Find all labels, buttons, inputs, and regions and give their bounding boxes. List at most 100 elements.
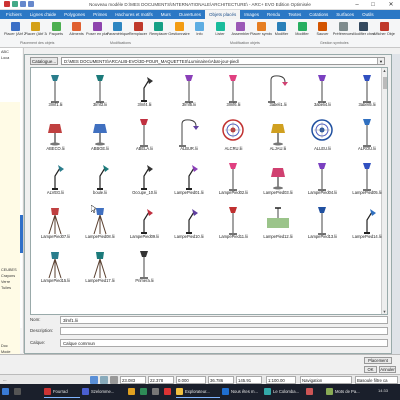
catalog-item[interactable]: LampePied05.lii [345,158,388,201]
taskbar-app[interactable]: Le Colomba... [264,386,304,398]
catalog-item[interactable]: ABELA.lii [122,114,167,157]
taskbar-app-arc[interactable]: Fourrad [44,386,80,398]
catalog-item[interactable]: Primera.lii [122,246,167,289]
ok-button[interactable]: OK [364,366,377,373]
app-icon[interactable] [4,1,10,7]
taskbar-app[interactable] [140,386,150,398]
catalog-item[interactable]: LampePied08.lii [78,202,123,245]
catalog-item[interactable]: ALLEU.lii [300,114,345,157]
taskbar-app[interactable]: Mots de Pa... [326,386,366,398]
ribbon-button[interactable]: Lister [209,22,231,36]
catalog-item[interactable]: LampePied14.lii [345,202,388,245]
redo-icon[interactable] [28,1,34,7]
close-button[interactable]: ✕ [384,1,398,9]
taskbar-app[interactable] [164,386,174,398]
ribbon-button[interactable]: Modifier chemins [353,22,375,36]
tab-item[interactable]: Surfaces [332,10,358,19]
chevron-down-icon[interactable]: ▼ [377,58,384,64]
search-icon[interactable] [14,386,42,398]
catalog-item[interactable]: LampePied04.lii [300,158,345,201]
catalog-item[interactable]: Occupe_10.lii [122,158,167,201]
scroll-down-icon[interactable]: ▼ [382,309,387,314]
tab-item[interactable]: Objets placés [204,10,241,19]
tab-item[interactable]: Ouvertures [175,10,205,19]
catalog-item[interactable]: boule.lii [78,158,123,201]
undo-icon[interactable] [20,1,26,7]
tab-item[interactable]: Images [240,10,263,19]
cancel-button[interactable]: Annuler [379,366,396,373]
catalog-item[interactable]: 3abeli4.lii [300,70,345,113]
tab-item[interactable]: Lignes d'aide [26,10,60,19]
tab-item[interactable]: Rendu [263,10,284,19]
tab-item[interactable]: Polygones [60,10,89,19]
ribbon-button[interactable]: Paramétriques [107,22,129,36]
catalog-item[interactable]: LampePied11.lii [211,202,256,245]
catalog-item[interactable]: 3abeli5.lii [345,70,388,113]
catalog-item[interactable]: ALROU.lii [345,114,388,157]
catalog-item[interactable]: ALVEG.lii [33,158,78,201]
ribbon-button[interactable]: Placer symbole [250,22,272,36]
catalog-item[interactable]: ALJAU.lii [256,114,301,157]
ribbon-button[interactable]: Remplacer [148,22,170,36]
minimize-button[interactable]: – [350,1,364,9]
ribbon-button[interactable]: Assembler [230,22,252,36]
tab-item[interactable]: Fichiers [2,10,26,19]
catalog-item[interactable]: 3lmf5.lii [167,70,212,113]
ribbon-button[interactable]: Modifier [271,22,293,36]
catalog-item[interactable]: ABBGE.lii [78,114,123,157]
taskbar-app[interactable]: Szelomme... [82,386,126,398]
ribbon-button[interactable]: Gestionnaire [168,22,190,36]
scale-select[interactable]: 1:100.00 [266,376,296,384]
catalog-item[interactable]: 3lmf6.lii [211,70,256,113]
ribbon-button[interactable]: Remplacer [127,22,149,36]
ortho-icon[interactable] [110,376,118,384]
catalog-item[interactable]: 3lmf3.lii [78,70,123,113]
ribbon-button[interactable]: Poser en plan [86,22,108,36]
catalog-item[interactable]: LampePied10.lii [167,202,212,245]
filter-select[interactable]: Basoule filtre ca [355,376,398,384]
catalog-item[interactable]: LampePied13.lii [300,202,345,245]
catalog-item[interactable]: 3abeli1.lii [256,70,301,113]
ribbon-button[interactable]: Aliments [66,22,88,36]
ribbon-button[interactable]: Modifier [291,22,313,36]
catalog-item[interactable]: 3lmf4.lii [122,70,167,113]
grid-icon[interactable] [100,376,108,384]
catalog-item[interactable]: LampePied12.lii [256,202,301,245]
ribbon-button[interactable]: Préférences [332,22,354,36]
ribbon-button[interactable]: Afficher Objets [373,22,395,36]
catalog-item[interactable]: ALBUR.lii [167,114,212,157]
tab-item[interactable]: Murs [157,10,175,19]
catalog-item[interactable]: ABECO.lii [33,114,78,157]
ribbon-button[interactable]: Sauver [312,22,334,36]
taskbar-app[interactable] [152,386,162,398]
catalog-item[interactable]: LampePied02.lii [211,158,256,201]
catalog-item[interactable]: 3lmf1.lii [33,70,78,113]
catalog-path-field[interactable]: D:\MES DOCUMENTS\ARCALIB-EVO\3D-POUR_MAQ… [61,57,385,65]
snap-icon[interactable] [90,376,98,384]
name-field[interactable]: 3lmf1.lii [60,316,388,324]
catalog-item[interactable]: LampePied01.lii [167,158,212,201]
description-field[interactable] [60,327,388,335]
tab-item[interactable]: Primes [89,10,111,19]
catalog-item[interactable]: LampePied15.lii [33,246,78,289]
tab-item[interactable]: Cotations [305,10,332,19]
start-button[interactable] [2,386,12,398]
tab-item[interactable]: Textes [284,10,305,19]
maximize-button[interactable]: □ [366,1,380,9]
catalog-item[interactable]: ALCRU.lii [211,114,256,157]
mode-select[interactable]: Navigation [300,376,352,384]
catalog-item[interactable]: LampePied03.lii [256,158,301,201]
ribbon-button[interactable]: Placer (Abf 3d) [25,22,47,36]
ribbon-button[interactable]: Info [189,22,211,36]
catalog-item[interactable]: LampePied09.lii [122,202,167,245]
catalog-item[interactable]: LampePied17.lii [78,246,123,289]
taskbar-app[interactable]: Nous êtes m... [222,386,262,398]
layer-field[interactable]: Calque commun [60,339,388,347]
tab-item[interactable]: Hachures et motifs [111,10,157,19]
catalog-button[interactable]: Catalogue... [30,57,58,65]
catalog-item[interactable]: LampePied07.lii [33,202,78,245]
taskbar-app[interactable] [128,386,138,398]
placement-button[interactable]: Placement [364,357,392,364]
taskbar-app[interactable] [306,386,324,398]
save-icon[interactable] [12,1,18,7]
